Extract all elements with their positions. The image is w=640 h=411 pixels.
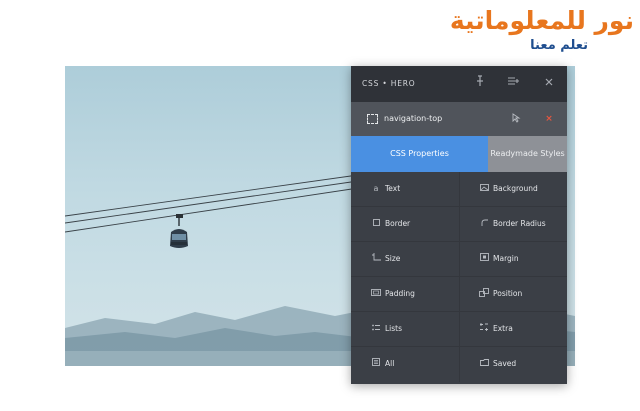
select-element-icon bbox=[367, 114, 378, 124]
property-border[interactable]: Border bbox=[351, 207, 459, 242]
close-icon[interactable] bbox=[540, 75, 558, 93]
remove-icon[interactable]: × bbox=[543, 113, 555, 125]
property-label: Saved bbox=[493, 359, 517, 368]
property-margin[interactable]: Margin bbox=[459, 242, 567, 277]
property-label: Extra bbox=[493, 324, 513, 333]
lists-icon bbox=[370, 323, 382, 335]
property-label: Border Radius bbox=[493, 219, 546, 228]
properties-grid: a Text Background Border Border Radius S… bbox=[351, 172, 567, 384]
property-border-radius[interactable]: Border Radius bbox=[459, 207, 567, 242]
panel-tabs: CSS Properties Readymade Styles bbox=[351, 136, 567, 172]
tab-css-properties[interactable]: CSS Properties bbox=[351, 136, 488, 172]
css-hero-panel: CSS • HERO navigation-top × CSS Properti… bbox=[351, 66, 567, 384]
margin-icon bbox=[478, 253, 490, 265]
property-all[interactable]: All bbox=[351, 347, 459, 382]
property-label: Margin bbox=[493, 254, 519, 263]
property-padding[interactable]: Padding bbox=[351, 277, 459, 312]
logo-subtitle: تعلم معنا bbox=[530, 38, 588, 53]
pointer-icon[interactable] bbox=[510, 113, 522, 125]
property-saved[interactable]: Saved bbox=[459, 347, 567, 382]
background-icon bbox=[478, 183, 490, 195]
border-radius-icon bbox=[478, 218, 490, 230]
property-text[interactable]: a Text bbox=[351, 172, 459, 207]
brand-name: CSS • HERO bbox=[362, 79, 416, 88]
site-logo-watermark: نور للمعلوماتية تعلم معنا bbox=[446, 6, 636, 58]
size-icon bbox=[370, 253, 382, 265]
property-label: Lists bbox=[385, 324, 403, 333]
property-label: All bbox=[385, 359, 395, 368]
position-icon bbox=[478, 288, 490, 300]
cable-car-gondola bbox=[170, 214, 188, 248]
property-position[interactable]: Position bbox=[459, 277, 567, 312]
property-size[interactable]: Size bbox=[351, 242, 459, 277]
selected-element-name: navigation-top bbox=[384, 114, 443, 123]
tab-readymade-styles[interactable]: Readymade Styles bbox=[488, 136, 567, 172]
logo-title: نور للمعلوماتية bbox=[449, 6, 635, 35]
property-extra[interactable]: Extra bbox=[459, 312, 567, 347]
all-icon bbox=[370, 358, 382, 370]
pin-icon[interactable] bbox=[471, 75, 489, 93]
cable-line bbox=[65, 179, 366, 224]
menu-plus-icon[interactable] bbox=[505, 75, 523, 93]
border-icon bbox=[370, 218, 382, 230]
property-background[interactable]: Background bbox=[459, 172, 567, 207]
property-label: Text bbox=[385, 184, 401, 193]
property-label: Padding bbox=[385, 289, 415, 298]
property-label: Position bbox=[493, 289, 523, 298]
extra-icon bbox=[478, 323, 490, 335]
padding-icon bbox=[370, 288, 382, 300]
property-label: Background bbox=[493, 184, 538, 193]
property-lists[interactable]: Lists bbox=[351, 312, 459, 347]
property-label: Size bbox=[385, 254, 401, 263]
saved-icon bbox=[478, 358, 490, 370]
text-icon: a bbox=[373, 184, 379, 193]
panel-header: CSS • HERO bbox=[351, 66, 567, 102]
property-label: Border bbox=[385, 219, 411, 228]
